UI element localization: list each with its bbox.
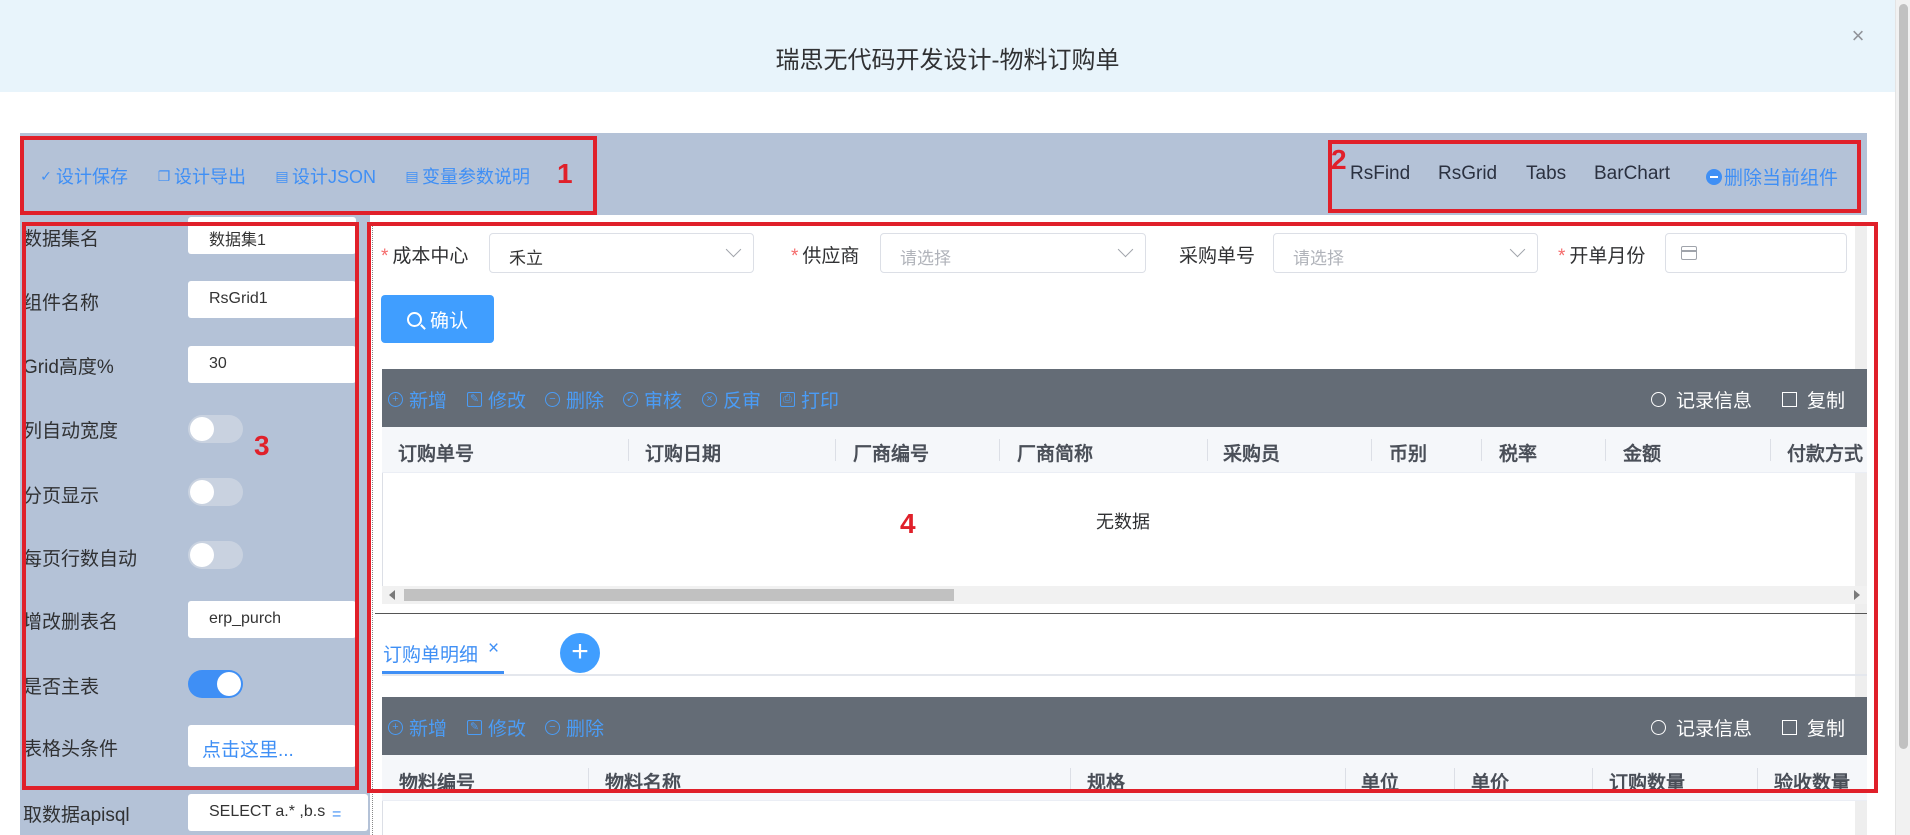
annotation-box-components	[1328, 140, 1861, 213]
annotation-box-preview	[367, 222, 1878, 793]
close-icon[interactable]: ×	[1846, 24, 1870, 48]
dialog-title: 瑞思无代码开发设计-物料订购单	[775, 47, 1120, 74]
annotation-number: 4	[900, 508, 916, 539]
page-scrollbar[interactable]	[1895, 0, 1910, 835]
annotation-number: 3	[254, 430, 270, 461]
apisql-expand-icon[interactable]: =	[332, 806, 341, 824]
annotation-box-properties	[22, 222, 359, 790]
annotation-number: 2	[1331, 144, 1347, 175]
annotation-box-toolbar	[20, 136, 597, 215]
dialog-header: 瑞思无代码开发设计-物料订购单 ×	[0, 0, 1895, 92]
page-scrollbar-thumb[interactable]	[1899, 4, 1908, 749]
prop-label-apisql: 取数据apisql	[23, 805, 130, 826]
detail-grid-body	[382, 801, 1867, 835]
annotation-number: 1	[557, 158, 573, 189]
